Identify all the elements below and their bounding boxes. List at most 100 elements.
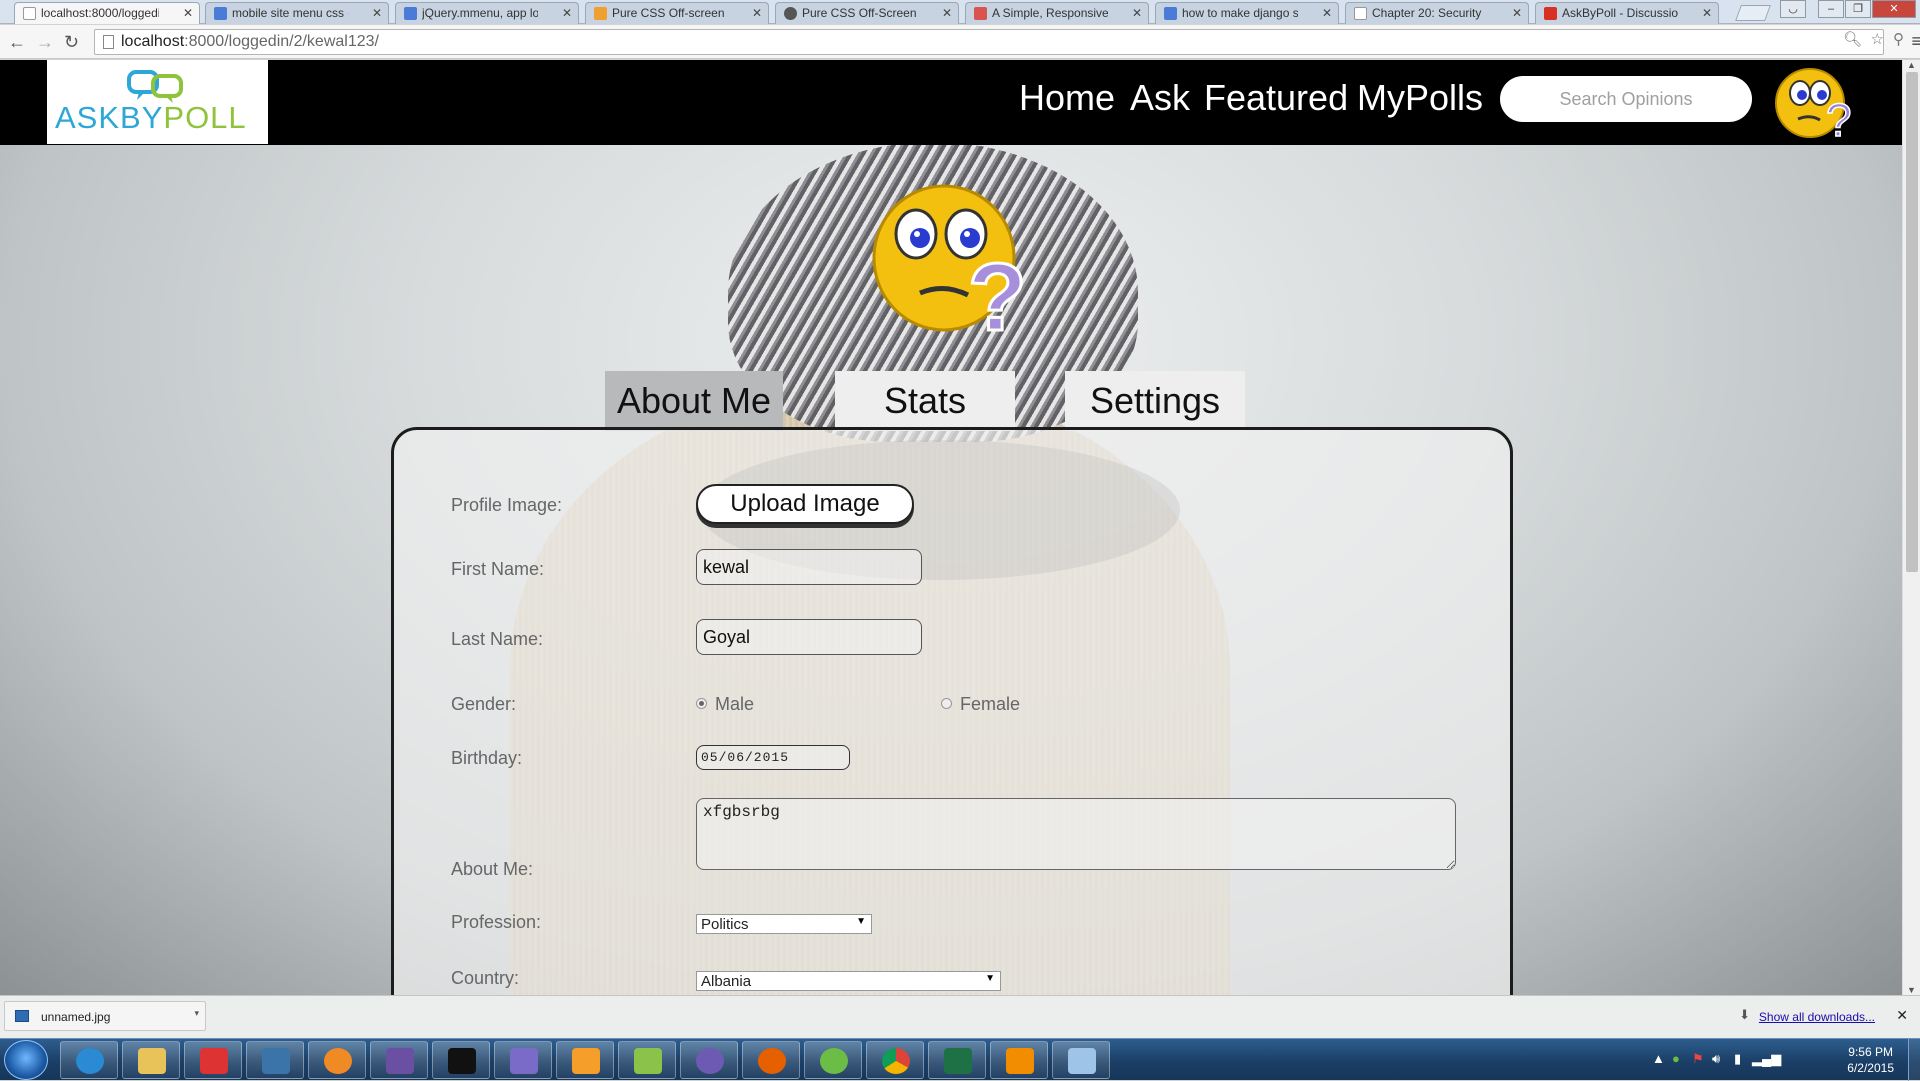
nav-mypolls[interactable]: MyPolls (1357, 77, 1483, 119)
close-icon[interactable]: ✕ (372, 6, 382, 20)
page-viewport: ASKBYPOLL Home Ask Featured MyPolls ? ? … (0, 60, 1902, 995)
taskbar-chrome[interactable] (866, 1041, 924, 1079)
browser-tab[interactable]: Pure CSS Off-screen Navi ✕ (585, 2, 769, 24)
chevron-down-icon[interactable]: ▾ (194, 1008, 199, 1019)
scroll-up-icon[interactable]: ▲ (1907, 60, 1916, 70)
start-button[interactable] (4, 1040, 48, 1080)
radio-selected-icon[interactable] (696, 698, 707, 709)
taskbar-utorrent[interactable] (804, 1041, 862, 1079)
tab-settings[interactable]: Settings (1065, 371, 1245, 431)
user-icon[interactable]: ◡ (1780, 0, 1806, 18)
taskbar-cmd[interactable] (432, 1041, 490, 1079)
close-icon[interactable]: ✕ (1132, 6, 1142, 20)
taskbar-github[interactable] (680, 1041, 738, 1079)
extension-icon[interactable]: ⚲ (1893, 30, 1904, 48)
forward-arrow-icon[interactable]: → (36, 32, 54, 53)
close-icon[interactable]: ✕ (1512, 6, 1522, 20)
taskbar-firefox[interactable] (742, 1041, 800, 1079)
tab-stats[interactable]: Stats (835, 371, 1015, 431)
site-logo[interactable]: ASKBYPOLL (47, 60, 268, 144)
media-player-icon (324, 1048, 352, 1074)
new-tab-button[interactable] (1735, 5, 1771, 21)
flag-icon[interactable]: ⚑ (1692, 1051, 1704, 1067)
taskbar-python[interactable] (246, 1041, 304, 1079)
taskbar-explorer[interactable] (122, 1041, 180, 1079)
show-all-downloads-link[interactable]: Show all downloads... (1759, 1010, 1875, 1024)
close-icon[interactable]: ✕ (1322, 6, 1332, 20)
tab-label: A Simple, Responsive, Mo (992, 6, 1108, 20)
close-icon[interactable]: ✕ (752, 6, 762, 20)
menu-icon[interactable]: ≡ (1911, 31, 1920, 52)
show-desktop-button[interactable] (1908, 1039, 1920, 1081)
docs-icon (404, 7, 417, 20)
utorrent-tray-icon[interactable]: ● (1672, 1051, 1680, 1066)
star-icon[interactable]: ☆ (1871, 30, 1884, 48)
profile-avatar: ? (872, 184, 1028, 345)
excel-icon (944, 1048, 972, 1074)
taskbar-notepad[interactable] (618, 1041, 676, 1079)
browser-tab[interactable]: mobile site menu css only ✕ (205, 2, 389, 24)
user-avatar[interactable]: ? (1774, 64, 1860, 144)
scroll-thumb[interactable] (1906, 72, 1918, 572)
taskbar-paint[interactable] (1052, 1041, 1110, 1079)
download-item[interactable]: unnamed.jpg ▾ (4, 1001, 206, 1031)
profession-select[interactable]: Politics ▼ (696, 914, 872, 934)
taskbar-vlc[interactable] (990, 1041, 1048, 1079)
close-window-button[interactable]: ✕ (1872, 0, 1916, 18)
volume-icon[interactable]: 🔊︎ (1712, 1051, 1720, 1067)
gender-radio-female[interactable]: Female (941, 694, 1020, 715)
search-input[interactable] (1500, 76, 1752, 122)
network-icon[interactable]: ▂▄▆ (1752, 1051, 1781, 1067)
scroll-down-icon[interactable]: ▼ (1907, 985, 1916, 995)
browser-tab[interactable]: Chapter 20: Security ✕ (1345, 2, 1529, 24)
close-icon[interactable]: ✕ (942, 6, 952, 20)
taskbar-media[interactable] (308, 1041, 366, 1079)
python-icon (262, 1048, 290, 1074)
taskbar-ie[interactable] (60, 1041, 118, 1079)
zoom-icon[interactable]: 🔍︎ (1843, 30, 1862, 48)
page-scrollbar[interactable]: ▲ ▼ (1902, 60, 1920, 995)
gender-radio-male[interactable]: Male (696, 694, 754, 715)
taskbar-excel[interactable] (928, 1041, 986, 1079)
close-icon[interactable]: ✕ (1702, 6, 1712, 20)
power-icon[interactable]: ▮ (1734, 1051, 1741, 1067)
close-icon[interactable]: ✕ (562, 6, 572, 20)
nav-home[interactable]: Home (1019, 77, 1115, 119)
birthday-input[interactable]: 05/06/2015 (696, 745, 850, 770)
taskbar-app[interactable] (494, 1041, 552, 1079)
maximize-button[interactable]: ❐ (1845, 0, 1871, 18)
address-bar[interactable]: localhost:8000/loggedin/2/kewal123/ (94, 29, 1884, 55)
clock[interactable]: 9:56 PM 6/2/2015 (1847, 1044, 1894, 1076)
browser-tab[interactable]: Pure CSS Off-Screen Navi ✕ (775, 2, 959, 24)
radio-unselected-icon[interactable] (941, 698, 952, 709)
tab-about-me[interactable]: About Me (605, 371, 783, 431)
close-icon[interactable]: ✕ (183, 6, 193, 20)
browser-tab[interactable]: A Simple, Responsive, Mo ✕ (965, 2, 1149, 24)
profession-label: Profession: (451, 912, 542, 932)
url-path: :8000/loggedin/2/kewal123/ (184, 33, 379, 50)
upload-image-button[interactable]: Upload Image (696, 484, 914, 524)
nav-ask[interactable]: Ask (1130, 77, 1190, 119)
close-icon[interactable]: ✕ (1896, 1007, 1908, 1024)
page-icon (23, 7, 36, 20)
github-icon (696, 1048, 724, 1074)
taskbar-apps[interactable] (184, 1041, 242, 1079)
browser-tab[interactable]: localhost:8000/loggedin/2 ✕ (14, 2, 200, 24)
first-name-input[interactable] (696, 549, 922, 585)
dropdown-arrow-icon: ▼ (856, 916, 866, 927)
browser-tab[interactable]: how to make django site ✕ (1155, 2, 1339, 24)
browser-tab[interactable]: jQuery.mmenu, app look- ✕ (395, 2, 579, 24)
reload-icon[interactable]: ↻ (64, 32, 79, 53)
back-arrow-icon[interactable]: ← (8, 32, 26, 53)
minimize-button[interactable]: – (1818, 0, 1844, 18)
nav-featured[interactable]: Featured (1204, 77, 1348, 119)
country-select[interactable]: Albania ▼ (696, 971, 1001, 991)
profile-image-label: Profile Image: (451, 495, 563, 515)
taskbar-vs[interactable] (370, 1041, 428, 1079)
last-name-input[interactable] (696, 619, 922, 655)
site-icon (594, 7, 607, 20)
chevron-up-icon[interactable]: ▲ (1652, 1051, 1665, 1066)
taskbar-sublime[interactable] (556, 1041, 614, 1079)
browser-tab[interactable]: AskByPoll - Discussion Th ✕ (1535, 2, 1719, 24)
about-me-textarea[interactable]: xfgbsrbg (696, 798, 1456, 870)
